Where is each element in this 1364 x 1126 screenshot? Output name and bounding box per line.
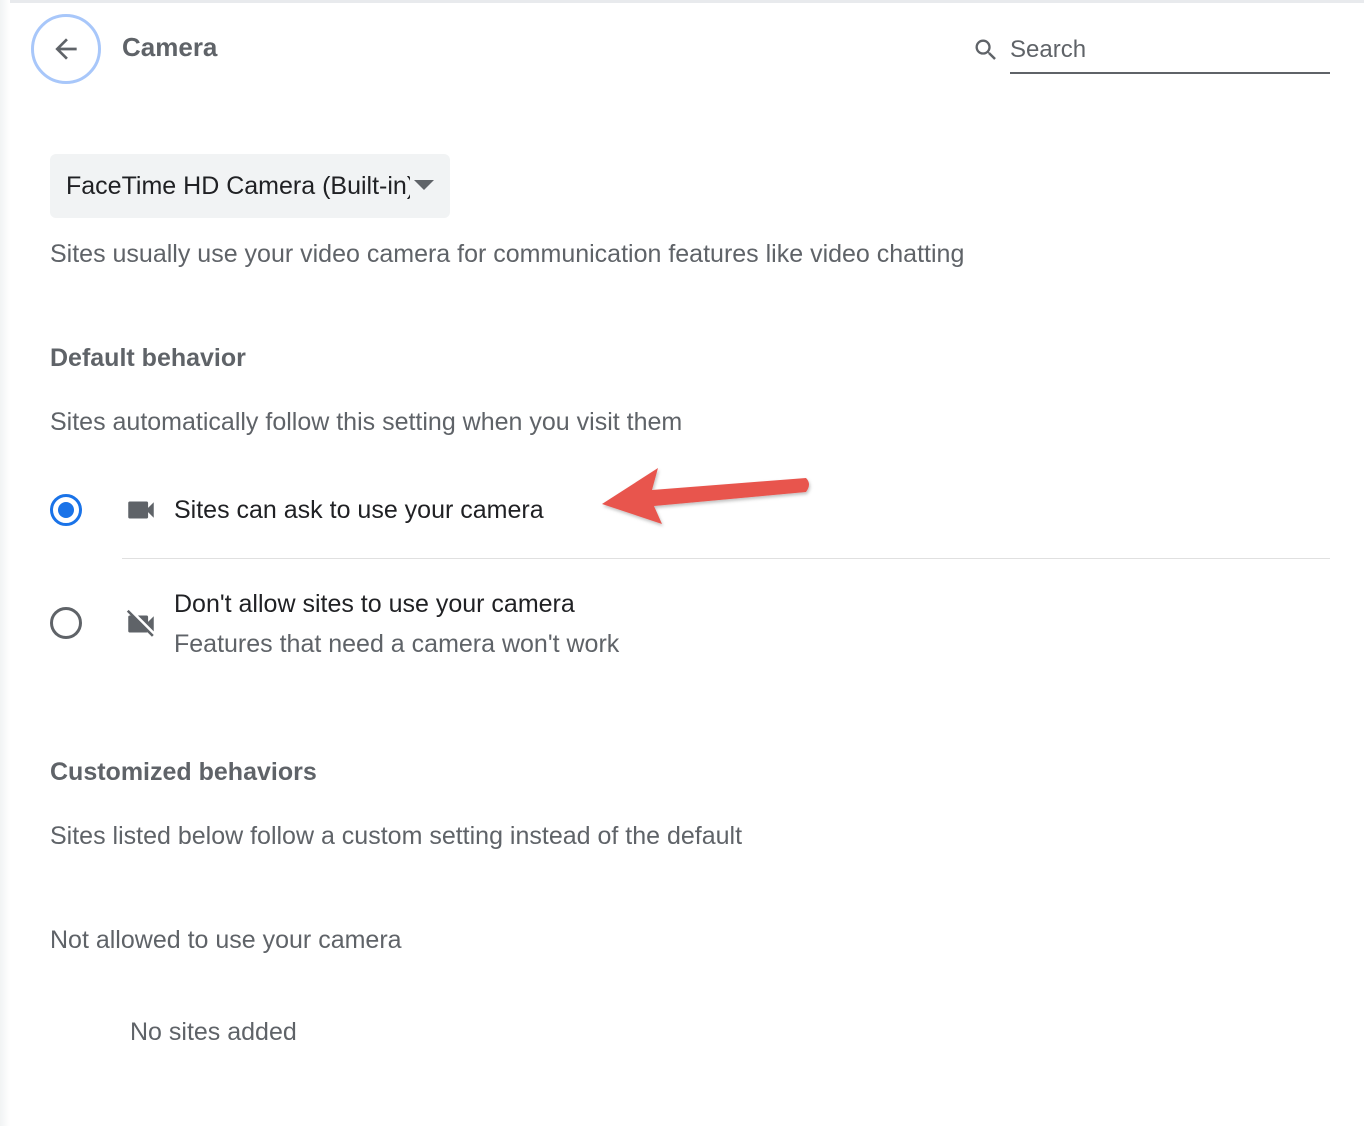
search-field[interactable]	[1010, 28, 1330, 74]
option-allow-ask-label[interactable]: Sites can ask to use your camera	[174, 496, 544, 525]
back-button[interactable]	[31, 14, 101, 84]
customized-behaviors-subtext: Sites listed below follow a custom setti…	[50, 822, 743, 850]
videocam-icon	[128, 501, 154, 519]
default-behavior-subtext: Sites automatically follow this setting …	[50, 408, 683, 436]
radio-allow-ask[interactable]	[50, 494, 82, 526]
camera-description: Sites usually use your video camera for …	[50, 240, 965, 268]
no-sites-added-text: No sites added	[130, 1018, 297, 1046]
dropdown-arrow-icon	[414, 180, 434, 190]
videocam-off-icon	[126, 609, 154, 637]
search-icon	[975, 39, 996, 60]
page-title: Camera	[122, 32, 218, 62]
option-divider	[122, 558, 1330, 559]
window-left-edge	[0, 0, 10, 1126]
option-block-label[interactable]: Don't allow sites to use your camera	[174, 590, 575, 619]
radio-block[interactable]	[50, 607, 82, 639]
option-block-sublabel: Features that need a camera won't work	[174, 630, 620, 658]
search-input[interactable]	[1010, 36, 1330, 64]
window-top-edge	[0, 0, 1364, 3]
camera-select-dropdown[interactable]: FaceTime HD Camera (Built-in)	[50, 154, 450, 218]
annotation-arrow-icon	[602, 468, 809, 524]
camera-select-value: FaceTime HD Camera (Built-in)	[66, 171, 410, 200]
arrow-back-icon	[55, 38, 77, 60]
customized-behaviors-heading: Customized behaviors	[50, 758, 317, 786]
not-allowed-heading: Not allowed to use your camera	[50, 926, 402, 954]
default-behavior-heading: Default behavior	[50, 344, 246, 372]
